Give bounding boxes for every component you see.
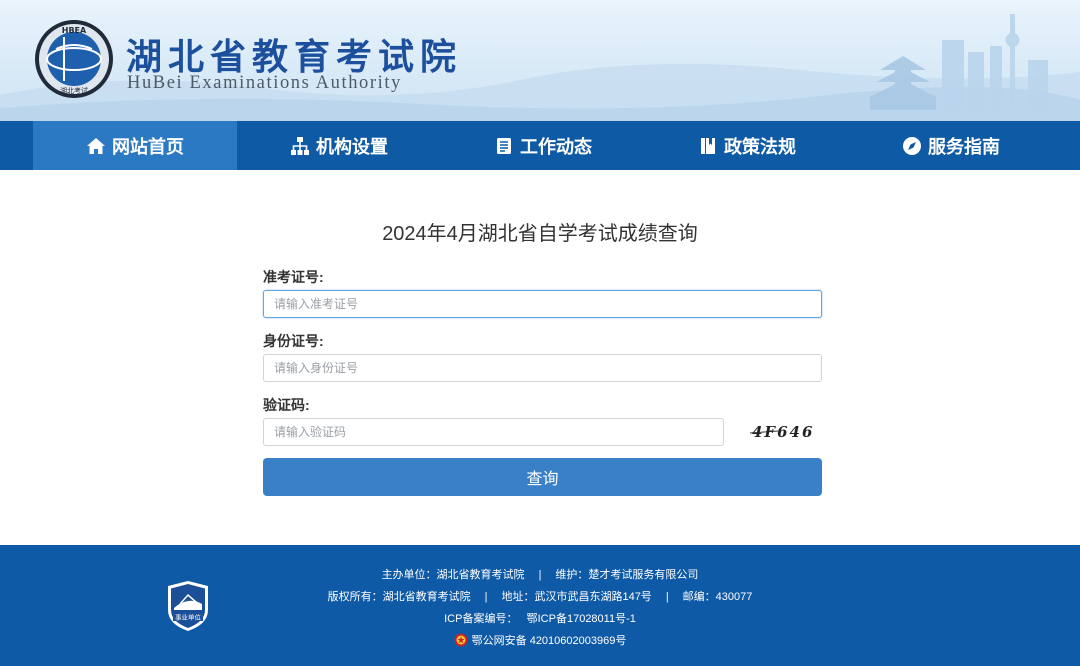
captcha-label: 验证码: — [263, 397, 310, 413]
captcha-input[interactable] — [263, 418, 724, 446]
footer-maintainer: 维护：楚才考试服务有限公司 — [555, 569, 699, 581]
footer-copyright: 版权所有：湖北省教育考试院 — [327, 591, 471, 603]
query-button[interactable]: 查询 — [263, 458, 822, 496]
police-emblem-icon — [454, 633, 468, 647]
emblem-sub-text: 湖北考试 — [60, 86, 88, 95]
compass-icon — [903, 136, 921, 155]
footer-sponsor: 主办单位：湖北省教育考试院 — [381, 569, 525, 581]
nav-label: 服务指南 — [928, 136, 1000, 157]
footer-address: 地址：武汉市武昌东湖路147号 — [501, 591, 652, 603]
page-title: 2024年4月湖北省自学考试成绩查询 — [382, 223, 698, 245]
nav-item-service-guide[interactable]: 服务指南 — [849, 121, 1053, 170]
main-nav: 网站首页 机构设置 工作动态 政策法规 服务指南 — [0, 121, 1080, 170]
news-icon — [497, 137, 511, 154]
site-title-english: HuBei Examinations Authority — [127, 73, 403, 93]
id-number-label: 身份证号: — [263, 333, 324, 349]
nav-item-news[interactable]: 工作动态 — [441, 121, 645, 170]
nav-label: 政策法规 — [724, 136, 796, 157]
footer-postcode: 邮编：430077 — [682, 591, 753, 603]
emblem-text: HBEA — [62, 26, 87, 35]
captcha-text: 4F646 — [752, 423, 814, 441]
footer-divider: | — [665, 591, 669, 603]
nav-label: 机构设置 — [316, 136, 388, 157]
hbea-emblem-logo: HBEA 湖北考试 — [35, 20, 113, 98]
footer-police-record-link[interactable]: 鄂公网安备 42010602003969号 — [472, 635, 627, 647]
nav-label: 网站首页 — [112, 136, 184, 157]
footer: 事业单位 主办单位：湖北省教育考试院 | 维护：楚才考试服务有限公司 版权所有：湖北… — [0, 545, 1080, 666]
id-number-input[interactable] — [263, 354, 822, 382]
nav-item-organization[interactable]: 机构设置 — [237, 121, 441, 170]
nav-label: 工作动态 — [520, 136, 592, 157]
book-icon — [701, 137, 715, 154]
nav-item-policy[interactable]: 政策法规 — [645, 121, 849, 170]
nav-item-home[interactable]: 网站首页 — [33, 121, 237, 170]
ticket-number-input[interactable] — [263, 290, 822, 318]
sitemap-icon — [291, 136, 309, 155]
footer-divider: | — [538, 569, 542, 581]
home-icon — [87, 137, 105, 154]
footer-divider: | — [484, 591, 488, 603]
footer-icp-link[interactable]: ICP备案编号： 鄂ICP备17028011号-1 — [0, 610, 1080, 626]
ticket-number-label: 准考证号: — [263, 269, 324, 285]
header-banner: HBEA 湖北考试 湖北省教育考试院 HuBei Examinations Au… — [0, 0, 1080, 121]
footer-line-4: 鄂公网安备 42010602003969号 — [0, 632, 1080, 648]
captcha-image[interactable]: 4F646 — [748, 420, 814, 444]
footer-line-1: 主办单位：湖北省教育考试院 | 维护：楚才考试服务有限公司 — [0, 566, 1080, 582]
footer-line-2: 版权所有：湖北省教育考试院 | 地址：武汉市武昌东湖路147号 | 邮编：430077 — [0, 588, 1080, 604]
